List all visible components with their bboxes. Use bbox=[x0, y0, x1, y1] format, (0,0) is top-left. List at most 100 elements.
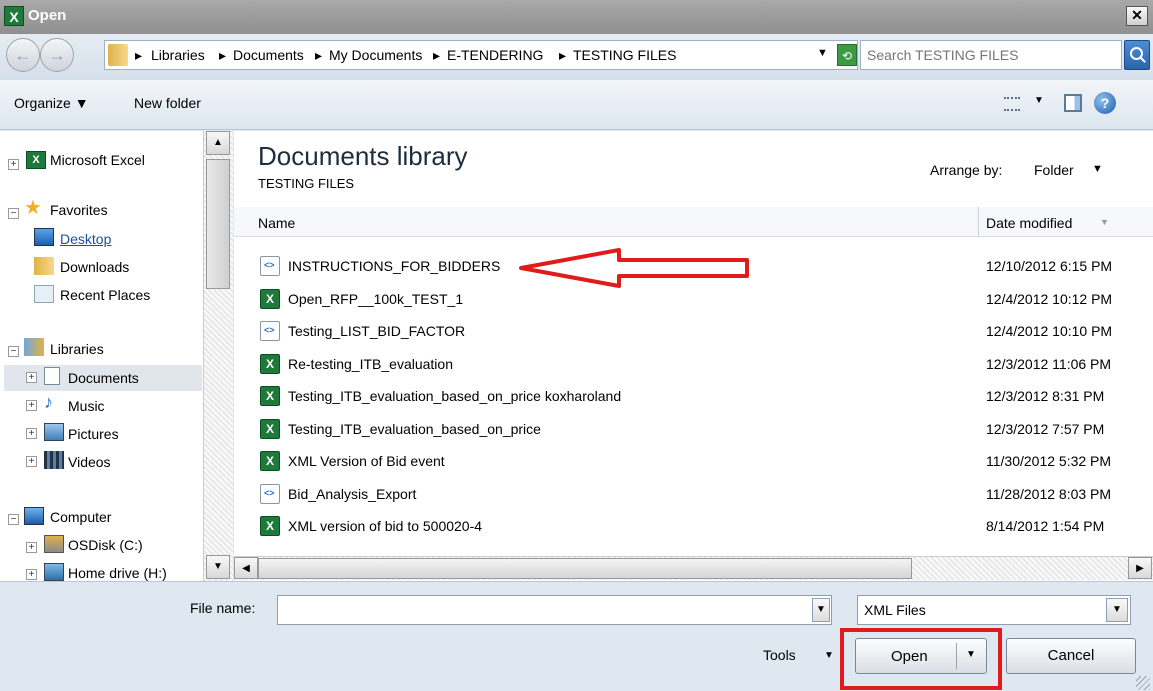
nav-item-downloads[interactable]: Downloads bbox=[60, 255, 129, 279]
scroll-right-icon[interactable]: ▶ bbox=[1128, 557, 1152, 579]
search-button[interactable] bbox=[1124, 40, 1150, 70]
view-dropdown-icon[interactable]: ▼ bbox=[1034, 95, 1044, 106]
network-drive-icon bbox=[44, 563, 64, 581]
nav-item-music[interactable]: Music bbox=[68, 394, 105, 418]
change-view-icon[interactable] bbox=[1004, 97, 1020, 111]
nav-item-osdisk[interactable]: OSDisk (C:) bbox=[68, 533, 143, 557]
nav-item-recent-places[interactable]: Recent Places bbox=[60, 283, 150, 307]
new-folder-button[interactable]: New folder bbox=[134, 95, 201, 111]
breadcrumb-separator-icon[interactable]: ▸ bbox=[315, 47, 322, 64]
file-row[interactable]: Re-testing_ITB_evaluation 12/3/2012 11:06… bbox=[234, 349, 1153, 381]
command-toolbar: Organize ▼ New folder ▼ ? bbox=[0, 80, 1153, 130]
refresh-icon[interactable]: ⟲ bbox=[837, 44, 857, 66]
collapse-icon[interactable]: − bbox=[8, 346, 19, 357]
organize-button[interactable]: Organize ▼ bbox=[14, 95, 89, 111]
breadcrumb-e-tendering[interactable]: E-TENDERING bbox=[447, 47, 543, 63]
column-date-modified[interactable]: Date modified bbox=[986, 215, 1072, 231]
expand-icon[interactable]: + bbox=[26, 428, 37, 439]
file-row[interactable]: Testing_LIST_BID_FACTOR 12/4/2012 10:10 P… bbox=[234, 316, 1153, 348]
file-type-value: XML Files bbox=[864, 602, 926, 618]
file-name: Open_RFP__100k_TEST_1 bbox=[288, 290, 464, 307]
search-input[interactable] bbox=[867, 47, 1097, 63]
scroll-up-icon[interactable]: ▲ bbox=[206, 131, 230, 155]
expand-icon[interactable]: + bbox=[26, 400, 37, 411]
collapse-icon[interactable]: − bbox=[8, 208, 19, 219]
breadcrumb-testing-files[interactable]: TESTING FILES bbox=[573, 47, 676, 63]
column-separator[interactable] bbox=[978, 207, 979, 237]
folder-icon bbox=[108, 44, 128, 66]
file-name-dropdown-icon[interactable]: ▼ bbox=[812, 598, 830, 622]
horizontal-scroll-thumb[interactable] bbox=[258, 558, 912, 579]
help-icon[interactable]: ? bbox=[1094, 92, 1116, 114]
excel-icon: X bbox=[26, 151, 46, 169]
nav-item-pictures[interactable]: Pictures bbox=[68, 422, 119, 446]
excel-file-icon bbox=[260, 386, 280, 406]
arrange-by-label: Arrange by: bbox=[930, 162, 1003, 178]
close-button[interactable]: ✕ bbox=[1126, 6, 1148, 26]
scroll-down-icon[interactable]: ▼ bbox=[206, 555, 230, 579]
address-dropdown-icon[interactable]: ▼ bbox=[817, 47, 828, 59]
nav-item-desktop[interactable]: Desktop bbox=[60, 227, 111, 251]
desktop-icon bbox=[34, 228, 54, 246]
file-date-modified: 11/28/2012 8:03 PM bbox=[986, 485, 1112, 502]
file-row[interactable]: XML version of bid to 500020-4 8/14/2012 … bbox=[234, 511, 1153, 543]
arrange-dropdown-icon[interactable]: ▼ bbox=[1092, 163, 1103, 175]
address-bar[interactable]: ▸ Libraries ▸ Documents ▸ My Documents ▸… bbox=[104, 40, 858, 70]
nav-item-videos[interactable]: Videos bbox=[68, 450, 111, 474]
nav-scroll-thumb[interactable] bbox=[206, 159, 230, 289]
forward-button[interactable]: → bbox=[40, 38, 74, 72]
column-name[interactable]: Name bbox=[258, 215, 295, 231]
scroll-left-icon[interactable]: ◀ bbox=[234, 557, 258, 579]
file-name-label: File name: bbox=[190, 600, 256, 616]
title-bar: X Open ✕ bbox=[0, 0, 1153, 34]
horizontal-scrollbar[interactable]: ◀ ▶ bbox=[234, 556, 1153, 580]
navigation-pane: + X Microsoft Excel − ★ Favorites Deskto… bbox=[0, 131, 232, 581]
arrange-by-value[interactable]: Folder bbox=[1034, 162, 1074, 178]
breadcrumb-my-documents[interactable]: My Documents bbox=[329, 47, 422, 63]
excel-file-icon bbox=[260, 288, 280, 309]
nav-item-computer[interactable]: Computer bbox=[50, 505, 111, 529]
excel-file-icon bbox=[260, 516, 280, 536]
file-name: Bid_Analysis_Export bbox=[288, 485, 417, 502]
expand-icon[interactable]: + bbox=[26, 542, 37, 553]
expand-icon[interactable]: + bbox=[26, 372, 37, 383]
file-row[interactable]: Testing_ITB_evaluation_based_on_price 12/… bbox=[234, 414, 1153, 446]
nav-scrollbar[interactable]: ▲ ▼ bbox=[203, 131, 233, 581]
resize-grip-icon[interactable] bbox=[1136, 676, 1150, 690]
file-type-select[interactable]: XML Files ▼ bbox=[857, 595, 1131, 625]
back-button[interactable]: ← bbox=[6, 38, 40, 72]
file-name-input[interactable] bbox=[282, 602, 802, 618]
xml-file-icon bbox=[260, 321, 280, 341]
breadcrumb-separator-icon[interactable]: ▸ bbox=[219, 47, 226, 64]
annotation-highlight-box bbox=[840, 628, 1002, 690]
preview-pane-icon[interactable] bbox=[1064, 94, 1082, 112]
nav-item-home-drive[interactable]: Home drive (H:) bbox=[68, 561, 167, 581]
tools-dropdown-icon[interactable]: ▼ bbox=[824, 650, 834, 661]
file-row[interactable]: Open_RFP__100k_TEST_1 12/4/2012 10:12 PM bbox=[234, 284, 1153, 316]
search-box[interactable] bbox=[860, 40, 1122, 70]
file-row[interactable]: Bid_Analysis_Export 11/28/2012 8:03 PM bbox=[234, 479, 1153, 511]
breadcrumb-documents[interactable]: Documents bbox=[233, 47, 304, 63]
disk-icon bbox=[44, 535, 64, 553]
file-row[interactable]: XML Version of Bid event 11/30/2012 5:32 … bbox=[234, 446, 1153, 478]
file-name-field[interactable] bbox=[277, 595, 832, 625]
documents-icon bbox=[44, 367, 60, 385]
expand-icon[interactable]: + bbox=[8, 159, 19, 170]
file-row[interactable]: Testing_ITB_evaluation_based_on_price ko… bbox=[234, 381, 1153, 413]
expand-icon[interactable]: + bbox=[26, 456, 37, 467]
breadcrumb-libraries[interactable]: Libraries bbox=[151, 47, 205, 63]
breadcrumb-separator-icon[interactable]: ▸ bbox=[433, 47, 440, 64]
nav-item-documents[interactable]: Documents bbox=[68, 366, 139, 390]
xml-file-icon bbox=[260, 256, 280, 276]
tools-button[interactable]: Tools bbox=[763, 647, 796, 663]
collapse-icon[interactable]: − bbox=[8, 514, 19, 525]
breadcrumb-separator-icon[interactable]: ▸ bbox=[559, 47, 566, 64]
expand-icon[interactable]: + bbox=[26, 569, 37, 580]
nav-item-microsoft-excel[interactable]: Microsoft Excel bbox=[50, 148, 145, 172]
file-type-dropdown-icon[interactable]: ▼ bbox=[1106, 598, 1128, 622]
breadcrumb-separator-icon[interactable]: ▸ bbox=[135, 47, 142, 64]
cancel-button[interactable]: Cancel bbox=[1006, 638, 1136, 674]
excel-app-icon: X bbox=[4, 6, 24, 26]
nav-item-favorites[interactable]: Favorites bbox=[50, 198, 108, 222]
nav-item-libraries[interactable]: Libraries bbox=[50, 337, 104, 361]
